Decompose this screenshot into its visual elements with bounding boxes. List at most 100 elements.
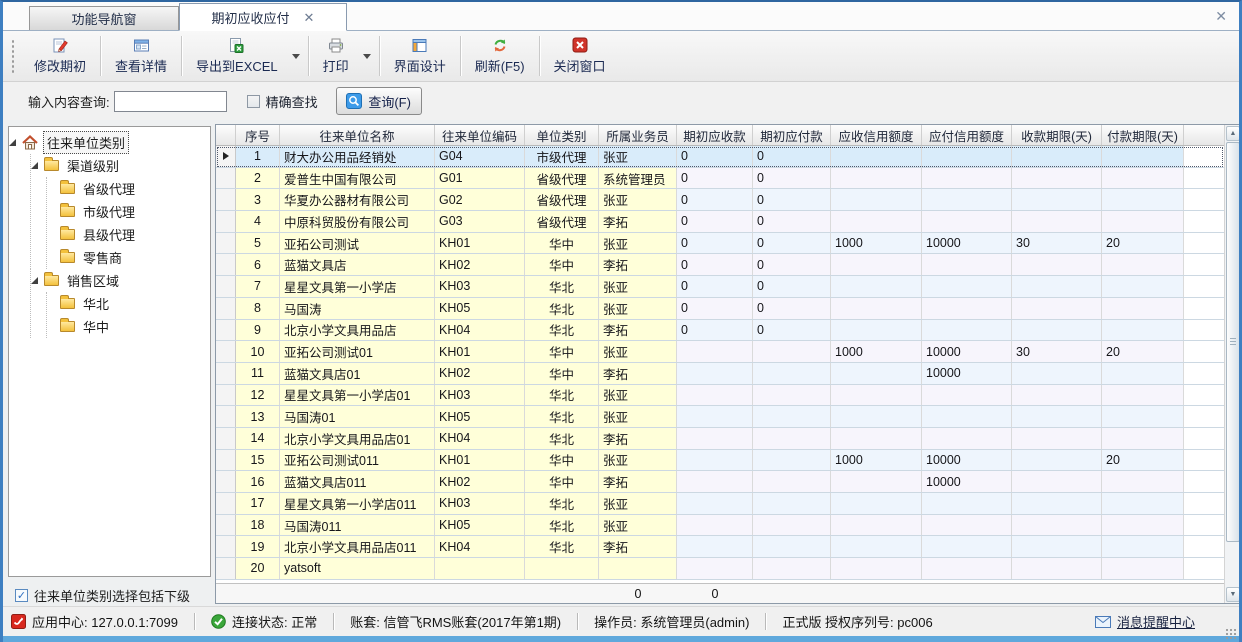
grid-cell[interactable]: 20 xyxy=(1102,450,1184,471)
grid-cell[interactable]: 市级代理 xyxy=(525,146,599,167)
toolbar-button-edit-initial[interactable]: 修改期初 xyxy=(21,31,99,81)
row-indicator[interactable] xyxy=(216,298,236,319)
include-sublevel-option[interactable]: ✓ 往来单位类别选择包括下级 xyxy=(15,586,190,605)
grid-cell[interactable]: 0 xyxy=(677,320,753,341)
table-row[interactable]: 4中原科贸股份有限公司G03省级代理李拓00 xyxy=(216,211,1224,233)
row-indicator[interactable] xyxy=(216,493,236,514)
grid-cell[interactable]: 0 xyxy=(677,189,753,210)
grid-cell[interactable] xyxy=(677,558,753,579)
tree-item-0-1[interactable]: 市级代理 xyxy=(47,200,210,223)
grid-cell[interactable]: 华夏办公器材有限公司 xyxy=(280,189,435,210)
grid-cell[interactable] xyxy=(831,493,922,514)
grid-cell[interactable]: 10000 xyxy=(922,450,1012,471)
grid-cell[interactable] xyxy=(1012,320,1102,341)
grid-cell[interactable] xyxy=(753,341,831,362)
grid-cell[interactable]: 20 xyxy=(1102,233,1184,254)
grid-cell[interactable] xyxy=(831,385,922,406)
row-indicator[interactable] xyxy=(216,406,236,427)
grid-cell[interactable]: 7 xyxy=(236,276,280,297)
table-row[interactable]: 14北京小学文具用品店01KH04华北李拓 xyxy=(216,428,1224,450)
grid-cell[interactable]: 0 xyxy=(677,298,753,319)
grid-column-header-6[interactable]: 期初应付款 xyxy=(753,125,831,145)
grid-cell[interactable] xyxy=(753,558,831,579)
table-row[interactable]: 19北京小学文具用品店011KH04华北李拓 xyxy=(216,536,1224,558)
table-row[interactable]: 20yatsoft xyxy=(216,558,1224,580)
grid-cell[interactable]: KH04 xyxy=(435,536,525,557)
grid-cell[interactable] xyxy=(1012,558,1102,579)
row-indicator[interactable] xyxy=(216,363,236,384)
grid-cell[interactable]: 17 xyxy=(236,493,280,514)
grid-cell[interactable]: 李拓 xyxy=(599,536,677,557)
tree-expander-icon[interactable] xyxy=(31,162,38,169)
table-row[interactable]: 15亚拓公司测试011KH01华中张亚10001000020 xyxy=(216,450,1224,472)
grid-cell[interactable] xyxy=(677,406,753,427)
grid-cell[interactable]: 10 xyxy=(236,341,280,362)
grid-cell[interactable]: 张亚 xyxy=(599,276,677,297)
row-indicator[interactable] xyxy=(216,471,236,492)
grid-cell[interactable]: 张亚 xyxy=(599,189,677,210)
grid-cell[interactable] xyxy=(922,211,1012,232)
grid-cell[interactable]: 马国涛011 xyxy=(280,515,435,536)
grid-cell[interactable] xyxy=(831,146,922,167)
grid-cell[interactable]: 华中 xyxy=(525,363,599,384)
grid-cell[interactable] xyxy=(753,450,831,471)
grid-cell[interactable]: 9 xyxy=(236,320,280,341)
table-row[interactable]: 1财大办公用品经销处G04市级代理张亚00 xyxy=(216,146,1224,168)
exact-match-option[interactable]: 精确查找 xyxy=(247,92,318,111)
grid-cell[interactable] xyxy=(753,363,831,384)
grid-cell[interactable] xyxy=(1012,493,1102,514)
grid-cell[interactable]: KH03 xyxy=(435,493,525,514)
grid-cell[interactable]: 张亚 xyxy=(599,146,677,167)
grid-cell[interactable]: KH01 xyxy=(435,341,525,362)
grid-cell[interactable]: 省级代理 xyxy=(525,211,599,232)
row-indicator[interactable] xyxy=(216,168,236,189)
grid-cell[interactable]: 0 xyxy=(677,276,753,297)
row-indicator[interactable] xyxy=(216,254,236,275)
grid-cell[interactable]: 0 xyxy=(677,168,753,189)
grid-cell[interactable] xyxy=(1102,515,1184,536)
grid-cell[interactable]: 0 xyxy=(753,320,831,341)
grid-cell[interactable] xyxy=(922,168,1012,189)
grid-cell[interactable]: KH03 xyxy=(435,276,525,297)
grid-cell[interactable]: 0 xyxy=(677,254,753,275)
tab-initial-balances[interactable]: 期初应收应付✕ xyxy=(179,3,347,31)
table-row[interactable]: 17星星文具第一小学店011KH03华北张亚 xyxy=(216,493,1224,515)
grid-cell[interactable] xyxy=(1102,406,1184,427)
tree-expander-icon[interactable] xyxy=(9,139,16,146)
table-row[interactable]: 9北京小学文具用品店KH04华北李拓00 xyxy=(216,320,1224,342)
grid-cell[interactable]: 财大办公用品经销处 xyxy=(280,146,435,167)
tree-root-category[interactable]: 往来单位类别 xyxy=(9,131,210,154)
grid-cell[interactable]: 张亚 xyxy=(599,341,677,362)
grid-cell[interactable] xyxy=(1012,536,1102,557)
row-indicator[interactable] xyxy=(216,450,236,471)
grid-cell[interactable]: KH05 xyxy=(435,298,525,319)
grid-cell[interactable]: KH05 xyxy=(435,515,525,536)
grid-cell[interactable] xyxy=(831,515,922,536)
table-row[interactable]: 13马国涛01KH05华北张亚 xyxy=(216,406,1224,428)
grid-cell[interactable]: G04 xyxy=(435,146,525,167)
grid-cell[interactable] xyxy=(1102,298,1184,319)
grid-column-header-3[interactable]: 单位类别 xyxy=(525,125,599,145)
grid-cell[interactable]: 马国涛01 xyxy=(280,406,435,427)
toolbar-button-print[interactable]: 打印 xyxy=(310,31,362,81)
grid-cell[interactable] xyxy=(1102,493,1184,514)
grid-cell[interactable]: 2 xyxy=(236,168,280,189)
table-row[interactable]: 16蓝猫文具店011KH02华中李拓10000 xyxy=(216,471,1224,493)
grid-cell[interactable]: 14 xyxy=(236,428,280,449)
grid-cell[interactable] xyxy=(1102,276,1184,297)
grid-cell[interactable]: 1000 xyxy=(831,341,922,362)
grid-cell[interactable] xyxy=(831,320,922,341)
grid-cell[interactable]: 系统管理员 xyxy=(599,168,677,189)
dropdown-caret-icon[interactable] xyxy=(291,31,307,81)
grid-cell[interactable] xyxy=(922,276,1012,297)
grid-cell[interactable]: G03 xyxy=(435,211,525,232)
grid-cell[interactable] xyxy=(1102,558,1184,579)
grid-cell[interactable]: G02 xyxy=(435,189,525,210)
grid-cell[interactable] xyxy=(435,558,525,579)
grid-cell[interactable] xyxy=(922,385,1012,406)
grid-cell[interactable]: 0 xyxy=(753,211,831,232)
tree-item-0-2[interactable]: 县级代理 xyxy=(47,223,210,246)
grid-cell[interactable]: KH02 xyxy=(435,254,525,275)
grid-cell[interactable]: 11 xyxy=(236,363,280,384)
grid-column-header-7[interactable]: 应收信用额度 xyxy=(831,125,922,145)
